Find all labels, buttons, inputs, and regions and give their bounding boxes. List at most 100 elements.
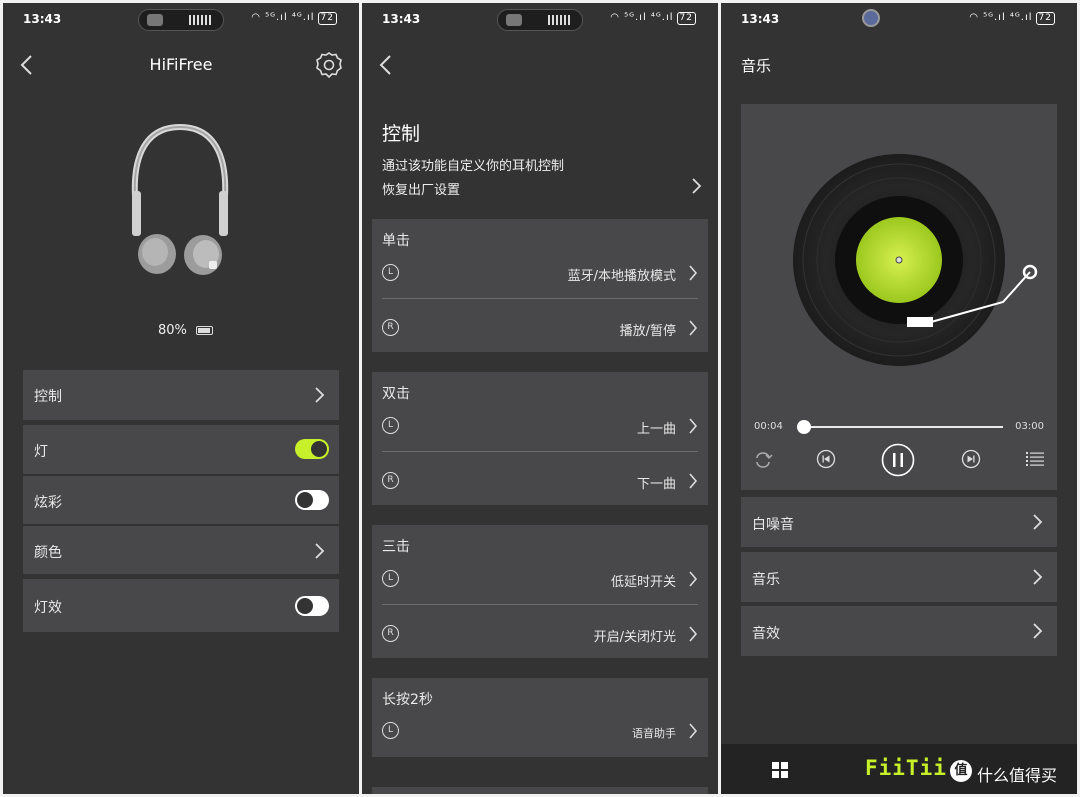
wifi-icon: ◠ bbox=[251, 12, 261, 23]
elapsed-time: 00:04 bbox=[754, 421, 783, 432]
page-title: 音乐 bbox=[741, 57, 772, 75]
reset-label: 恢复出厂设置 bbox=[382, 183, 461, 198]
wifi-icon: ◠ bbox=[610, 12, 620, 23]
phone-screen-music: 13:43 ◠ ⁵ᴳ.ıl ⁴ᴳ.ıl 72 音乐 00:04 03:00 白噪… bbox=[721, 3, 1077, 794]
settings-gear-icon[interactable] bbox=[315, 51, 343, 79]
action-value: 低延时开关 bbox=[610, 575, 676, 590]
white-noise-row[interactable]: 白噪音 bbox=[741, 497, 1057, 547]
progress-track[interactable] bbox=[797, 420, 1003, 434]
phone-screen-device: 13:43 ◠ ⁵ᴳ.ıl ⁴ᴳ.ıl72 HiFiFree 80% 控制 灯 bbox=[3, 3, 359, 794]
music-row[interactable]: 音乐 bbox=[741, 552, 1057, 602]
left-badge: L bbox=[382, 264, 399, 281]
triple-right-row[interactable]: R 开启/关闭灯光 bbox=[382, 615, 698, 655]
colorful-label: 炫彩 bbox=[34, 495, 62, 511]
next-card-partial bbox=[372, 787, 708, 794]
chevron-right-icon bbox=[689, 723, 698, 739]
control-row[interactable]: 控制 bbox=[23, 370, 339, 420]
color-row[interactable]: 颜色 bbox=[23, 526, 339, 574]
right-badge: R bbox=[382, 625, 399, 642]
white-noise-label: 白噪音 bbox=[752, 517, 794, 533]
status-time: 13:43 bbox=[23, 12, 62, 26]
status-icons: ◠ ⁵ᴳ.ıl ⁴ᴳ.ıl 72 bbox=[251, 12, 337, 25]
light-effect-row: 灯效 bbox=[23, 579, 339, 632]
signal-text: ⁵ᴳ.ıl ⁴ᴳ.ıl bbox=[265, 12, 315, 23]
battery-icon: 72 bbox=[1035, 12, 1055, 25]
single-left-row[interactable]: L 蓝牙/本地播放模式 bbox=[382, 254, 698, 294]
action-value: 蓝牙/本地播放模式 bbox=[567, 269, 676, 284]
pause-icon[interactable] bbox=[881, 443, 915, 477]
progress-knob[interactable] bbox=[797, 420, 812, 434]
sound-effect-label: 音效 bbox=[752, 626, 780, 642]
status-bar: 13:43 ◠ ⁵ᴳ.ıl ⁴ᴳ.ıl 72 bbox=[3, 3, 359, 35]
single-right-row[interactable]: R 播放/暂停 bbox=[382, 309, 698, 349]
status-icons: ◠ ⁵ᴳ.ıl ⁴ᴳ.ıl 72 bbox=[969, 12, 1055, 25]
page-subtitle: 通过该功能自定义你的耳机控制 bbox=[382, 159, 565, 174]
card-title: 三击 bbox=[382, 539, 410, 555]
chevron-right-icon bbox=[689, 418, 698, 434]
phone-screen-control: 13:43 ◠ ⁵ᴳ.ıl ⁴ᴳ.ıl 72 控制 通过该功能自定义你的耳机控制 … bbox=[362, 3, 718, 794]
reset-row[interactable]: 恢复出厂设置 bbox=[382, 175, 702, 201]
playlist-icon[interactable] bbox=[1026, 451, 1044, 467]
signal-text: ⁵ᴳ.ıl ⁴ᴳ.ıl bbox=[624, 12, 674, 23]
bottom-tab-bar: FiiTii 值 什么值得买 bbox=[721, 744, 1077, 794]
previous-track-icon[interactable] bbox=[816, 449, 836, 469]
action-value: 下一曲 bbox=[636, 477, 676, 492]
light-label: 灯 bbox=[34, 444, 48, 460]
page-title: HiFiFree bbox=[149, 55, 213, 74]
light-row: 灯 bbox=[23, 425, 339, 474]
light-settings-group: 灯 炫彩 颜色 bbox=[23, 425, 339, 574]
status-bar: 13:43 ◠ ⁵ᴳ.ıl ⁴ᴳ.ıl 72 bbox=[721, 3, 1077, 35]
chevron-right-icon bbox=[689, 320, 698, 336]
status-bar: 13:43 ◠ ⁵ᴳ.ıl ⁴ᴳ.ıl 72 bbox=[362, 3, 718, 35]
navbar bbox=[362, 35, 718, 93]
colorful-row: 炫彩 bbox=[23, 476, 339, 524]
battery-level-icon bbox=[196, 326, 214, 335]
light-effect-label: 灯效 bbox=[34, 600, 62, 616]
battery-icon: 72 bbox=[317, 12, 337, 25]
light-toggle[interactable] bbox=[295, 439, 329, 459]
action-value: 上一曲 bbox=[636, 422, 676, 437]
sound-effect-row[interactable]: 音效 bbox=[741, 606, 1057, 656]
double-left-row[interactable]: L 上一曲 bbox=[382, 407, 698, 447]
double-right-row[interactable]: R 下一曲 bbox=[382, 462, 698, 502]
repeat-icon[interactable] bbox=[753, 452, 773, 468]
status-time: 13:43 bbox=[382, 12, 421, 26]
battery-icon: 72 bbox=[676, 12, 696, 25]
card-title: 双击 bbox=[382, 386, 410, 402]
watermark-logo-icon: 值 bbox=[950, 760, 972, 782]
battery-status: 80% bbox=[158, 323, 214, 338]
action-value: 播放/暂停 bbox=[619, 324, 676, 339]
chevron-right-icon bbox=[689, 571, 698, 587]
control-label: 控制 bbox=[34, 389, 62, 405]
chevron-right-icon bbox=[692, 178, 702, 194]
back-icon[interactable] bbox=[376, 53, 396, 77]
long-press-left-row[interactable]: L 语音助手 bbox=[382, 712, 698, 752]
navbar: HiFiFree bbox=[3, 35, 359, 93]
color-label: 颜色 bbox=[34, 545, 62, 561]
watermark-text: 什么值得买 bbox=[977, 766, 1058, 785]
battery-percent: 80% bbox=[158, 323, 187, 338]
grid-menu-icon[interactable] bbox=[772, 762, 788, 778]
left-badge: L bbox=[382, 570, 399, 587]
right-badge: R bbox=[382, 319, 399, 336]
music-label: 音乐 bbox=[752, 572, 780, 588]
left-badge: L bbox=[382, 417, 399, 434]
chevron-right-icon bbox=[1033, 623, 1043, 639]
card-title: 单击 bbox=[382, 233, 410, 249]
dynamic-island bbox=[138, 9, 224, 31]
chevron-right-icon bbox=[1033, 514, 1043, 530]
app-notification-icon bbox=[862, 9, 880, 27]
page-title: 控制 bbox=[382, 123, 421, 145]
signal-text: ⁵ᴳ.ıl ⁴ᴳ.ıl bbox=[983, 12, 1033, 23]
triple-left-row[interactable]: L 低延时开关 bbox=[382, 560, 698, 600]
status-time: 13:43 bbox=[741, 12, 780, 26]
player-panel: 00:04 03:00 bbox=[741, 104, 1057, 490]
colorful-toggle[interactable] bbox=[295, 490, 329, 510]
brand-logo[interactable]: FiiTii bbox=[865, 756, 947, 780]
vinyl-record-image bbox=[793, 154, 1038, 366]
light-effect-toggle[interactable] bbox=[295, 596, 329, 616]
wifi-icon: ◠ bbox=[969, 12, 979, 23]
dynamic-island bbox=[497, 9, 583, 31]
next-track-icon[interactable] bbox=[961, 449, 981, 469]
left-badge: L bbox=[382, 722, 399, 739]
